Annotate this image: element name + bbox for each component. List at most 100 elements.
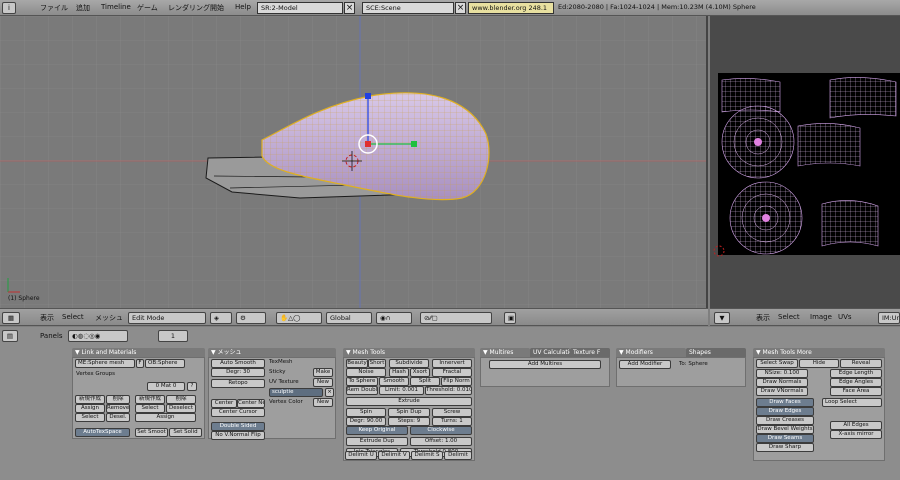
vg-assign-button[interactable]: Assign	[75, 404, 105, 413]
mode-selector[interactable]: Edit Mode	[128, 312, 206, 324]
double-sided-button[interactable]: Double Sided	[211, 422, 265, 431]
limit-field[interactable]: Limit: 0.001	[379, 386, 424, 395]
keep-original-toggle[interactable]: Keep Original	[346, 426, 408, 435]
draw-type-icon[interactable]: ◈	[210, 312, 232, 324]
face-area-toggle[interactable]: Face Area	[830, 387, 882, 396]
clockwise-toggle[interactable]: Clockwise	[410, 426, 472, 435]
to-sphere-button[interactable]: To Sphere	[346, 377, 378, 386]
draw-normals-toggle[interactable]: Draw Normals	[756, 378, 808, 387]
flip-normals-button[interactable]: Flip Norm	[441, 377, 472, 386]
set-solid-button[interactable]: Set Solid	[169, 428, 202, 437]
sticky-make-button[interactable]: Make	[313, 368, 333, 377]
draw-creases-toggle[interactable]: Draw Creases	[756, 416, 814, 425]
x-axis-mirror-toggle[interactable]: X-axis mirror	[830, 430, 882, 439]
scene-selector[interactable]: SCE:Scene	[362, 2, 454, 14]
set-smooth-button[interactable]: Set Smoot	[135, 428, 168, 437]
snap-icons[interactable]: ⊘⁄⁄▢	[420, 312, 492, 324]
subdivide-button[interactable]: Subdivide	[389, 359, 429, 368]
mesh-name-field[interactable]: ME:Sphere mesh	[75, 359, 135, 368]
vg-remove-button[interactable]: Remove	[106, 404, 130, 413]
mat-assign-button[interactable]: Assign	[135, 413, 196, 422]
center-new-button-2[interactable]: Center New	[237, 399, 265, 408]
spin-degr-field[interactable]: Degr: 90.00	[346, 417, 386, 426]
menu-help[interactable]: Help	[235, 3, 251, 11]
tab-uv-calculation[interactable]: UV Calculation	[530, 348, 570, 357]
retopo-button[interactable]: Retopo	[211, 379, 265, 388]
vg-select-button[interactable]: Select	[75, 413, 105, 422]
vg-deselect-button[interactable]: Desel.	[106, 413, 130, 422]
extrude-button[interactable]: Extrude	[346, 397, 472, 406]
vg-new-button[interactable]: 新規作成	[75, 395, 105, 404]
orientation-selector[interactable]: Global	[326, 312, 372, 324]
mat-delete-button[interactable]: 削除	[166, 395, 196, 404]
uv-layer-sculptie[interactable]: sculptie	[269, 388, 323, 397]
menu-game[interactable]: ゲーム	[137, 3, 158, 13]
nsize-field[interactable]: NSize: 0.100	[756, 369, 808, 378]
draw-sharp-toggle[interactable]: Draw Sharp	[756, 443, 814, 452]
innervert-button[interactable]: Innervert	[432, 359, 472, 368]
select-mode-icons[interactable]: ◉∩	[376, 312, 412, 324]
viewport-canvas[interactable]	[0, 16, 708, 308]
add-multires-button[interactable]: Add Multires	[489, 360, 601, 369]
screen-selector[interactable]: SR:2-Model	[257, 2, 343, 14]
all-edges-toggle[interactable]: All Edges	[830, 421, 882, 430]
fake-user-button[interactable]: F	[136, 359, 144, 368]
menu-add[interactable]: 追加	[76, 3, 90, 13]
panel-title-mesh-tools[interactable]: ▼ Mesh Tools	[343, 348, 475, 357]
uv-editor-type-icon[interactable]: ▼	[714, 312, 730, 324]
add-modifier-button[interactable]: Add Modifier	[619, 360, 671, 369]
remove-doubles-button[interactable]: Rem Doubl	[346, 386, 378, 395]
buttons-editor-type-icon[interactable]: ▤	[2, 330, 18, 342]
uv-image-selector[interactable]: IM:Un	[878, 312, 900, 324]
draw-bevel-weights-toggle[interactable]: Draw Bevel Weights	[756, 425, 814, 434]
screen-delete-button[interactable]: ×	[344, 2, 355, 14]
render-preview-icon[interactable]: ▣	[504, 312, 516, 324]
menu-mesh[interactable]: メッシュ	[95, 313, 123, 323]
screw-button[interactable]: Screw	[432, 408, 472, 417]
edge-length-toggle[interactable]: Edge Length	[830, 369, 882, 378]
tab-multires[interactable]: ▼ Multires	[480, 348, 530, 357]
hide-button[interactable]: Hide	[799, 359, 839, 368]
delimit-mat-toggle[interactable]: Delimit	[444, 451, 472, 460]
extrude-dup-button[interactable]: Extrude Dup	[346, 437, 408, 446]
page-selector[interactable]: 1	[158, 330, 188, 342]
uv-menu-image[interactable]: Image	[810, 313, 832, 321]
blender-url[interactable]: www.blender.org 248.1	[468, 2, 554, 14]
uv-canvas[interactable]	[710, 16, 900, 308]
beauty-toggle[interactable]: Beauty	[346, 359, 368, 368]
auto-smooth-button[interactable]: Auto Smooth	[211, 359, 265, 368]
delimit-sharp-toggle[interactable]: Delimit S	[411, 451, 443, 460]
center-new-button[interactable]: Center	[211, 399, 237, 408]
xsort-button[interactable]: Xsort	[410, 368, 430, 377]
delimit-uv-toggle[interactable]: Delimit U	[345, 451, 377, 460]
steps-field[interactable]: Steps: 9	[388, 417, 430, 426]
3d-viewport[interactable]: (1) Sphere	[0, 16, 708, 308]
mat-select-button[interactable]: Select	[135, 404, 165, 413]
window-type-icon[interactable]: i	[2, 2, 16, 14]
material-help-button[interactable]: ?	[187, 382, 197, 391]
tab-modifiers[interactable]: ▼ Modifiers	[616, 348, 686, 357]
object-name-field[interactable]: OB:Sphere	[145, 359, 185, 368]
manipulator-toggles[interactable]: ✋△◯	[276, 312, 322, 324]
offset-field[interactable]: Offset: 1.00	[410, 437, 472, 446]
tab-shapes[interactable]: Shapes	[686, 348, 746, 357]
hash-button[interactable]: Hash	[389, 368, 409, 377]
draw-vnormals-toggle[interactable]: Draw VNormals	[756, 387, 808, 396]
edge-angles-toggle[interactable]: Edge Angles	[830, 378, 882, 387]
menu-timeline[interactable]: Timeline	[101, 3, 131, 11]
uv-image-editor[interactable]	[710, 16, 900, 308]
uv-menu-select[interactable]: Select	[778, 313, 800, 321]
vertex-color-new-button[interactable]: New	[313, 398, 333, 407]
auto-texspace-button[interactable]: AutoTexSpace	[75, 428, 130, 437]
spin-button[interactable]: Spin	[346, 408, 386, 417]
draw-faces-toggle[interactable]: Draw Faces	[756, 398, 814, 407]
pivot-icon[interactable]: ⚙	[236, 312, 266, 324]
mat-new-button[interactable]: 新規作成	[135, 395, 165, 404]
panel-title-mesh[interactable]: ▼ メッシュ	[208, 348, 336, 357]
mat-deselect-button[interactable]: Deselect	[166, 404, 196, 413]
uv-layer-delete-button[interactable]: ×	[325, 388, 334, 397]
material-index-field[interactable]: 0 Mat 0	[147, 382, 185, 391]
noise-button[interactable]: Noise	[346, 368, 386, 377]
draw-seams-toggle[interactable]: Draw Seams	[756, 434, 814, 443]
split-button[interactable]: Split	[410, 377, 440, 386]
